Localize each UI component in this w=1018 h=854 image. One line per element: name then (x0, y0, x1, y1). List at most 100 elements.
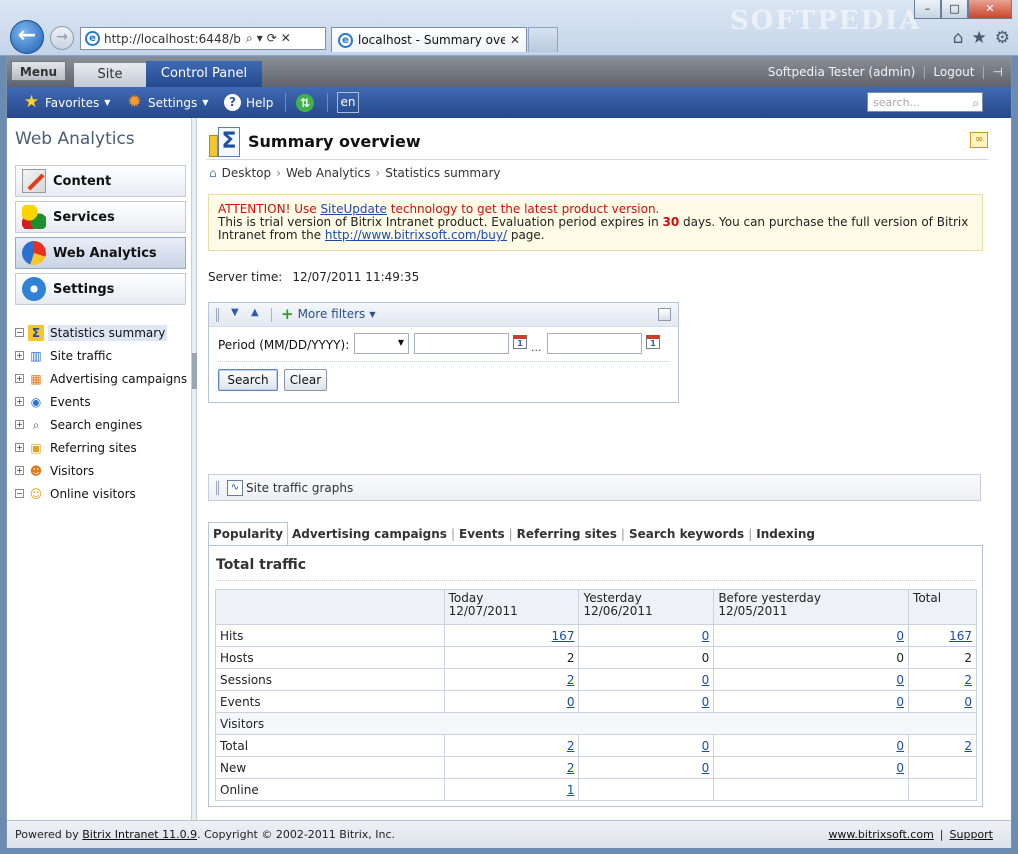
expand-icon[interactable]: + (15, 466, 24, 475)
search-icon[interactable]: ⌕ (972, 96, 979, 111)
sidebar-button-content[interactable]: Content (15, 165, 186, 197)
close-window-button[interactable]: ✕ (968, 0, 1012, 19)
collapse-up-icon[interactable]: ▲ (251, 307, 259, 318)
tree-item-statistics-summary[interactable]: − Σ Statistics summary (15, 321, 190, 344)
expand-icon[interactable]: + (15, 420, 24, 429)
visitors-total-yesterday-link[interactable]: 0 (702, 739, 710, 753)
online-visitors-icon: ☺ (29, 486, 43, 501)
hits-before-link[interactable]: 0 (896, 629, 904, 643)
calendar-icon[interactable]: 1 (513, 335, 527, 349)
favorites-menu[interactable]: ★ Favorites ▼ (23, 87, 111, 118)
expand-icon[interactable]: + (15, 443, 24, 452)
collapse-icon[interactable]: − (15, 328, 24, 337)
tab-referring-sites[interactable]: Referring sites (513, 527, 621, 546)
period-select[interactable] (354, 333, 409, 354)
splitter-handle[interactable] (192, 353, 197, 389)
clear-button[interactable]: Clear (284, 369, 327, 391)
visitors-total-total-link[interactable]: 2 (964, 739, 972, 753)
gear-icon[interactable]: ⚙ (995, 28, 1010, 48)
expand-icon[interactable]: + (15, 397, 24, 406)
favorites-star-icon[interactable]: ★ (972, 28, 987, 48)
drag-handle-icon[interactable] (216, 308, 219, 322)
visitors-new-yesterday-link[interactable]: 0 (702, 761, 710, 775)
close-tab-icon[interactable]: ✕ (510, 33, 520, 47)
sessions-today-link[interactable]: 2 (567, 673, 575, 687)
forward-arrow-icon[interactable]: → (50, 26, 74, 50)
menu-button[interactable]: Menu (11, 61, 66, 81)
tree-item-site-traffic[interactable]: + ▥ Site traffic (15, 344, 190, 367)
sidebar-button-web-analytics[interactable]: Web Analytics (15, 237, 186, 269)
logout-link[interactable]: Logout (933, 65, 974, 79)
expand-down-icon[interactable]: ▼ (231, 307, 239, 318)
events-yesterday-link[interactable]: 0 (702, 695, 710, 709)
sidebar-splitter[interactable] (192, 118, 197, 820)
visitors-new-before-link[interactable]: 0 (896, 761, 904, 775)
referring-sites-icon: ▣ (30, 440, 42, 455)
hits-yesterday-link[interactable]: 0 (702, 629, 710, 643)
tab-search-keywords[interactable]: Search keywords (625, 527, 748, 546)
tab-advertising-campaigns[interactable]: Advertising campaigns (288, 527, 451, 546)
tab-events[interactable]: Events (455, 527, 509, 546)
back-arrow-icon[interactable]: ← (10, 20, 44, 54)
address-text[interactable]: http://localhost:6448/bitri (104, 32, 242, 46)
support-link[interactable]: Support (950, 828, 993, 841)
browser-tab[interactable]: e localhost - Summary overvi... ✕ (331, 27, 527, 52)
address-bar[interactable]: e http://localhost:6448/bitri ⌕▾⟳✕ (80, 27, 326, 50)
breadcrumb-item-web-analytics[interactable]: Web Analytics (286, 166, 370, 180)
tree-item-events[interactable]: + ◉ Events (15, 390, 190, 413)
buy-link[interactable]: http://www.bitrixsoft.com/buy/ (325, 228, 507, 242)
tree-item-search-engines[interactable]: + ⌕ Search engines (15, 413, 190, 436)
events-total-link[interactable]: 0 (964, 695, 972, 709)
site-traffic-graphs-bar[interactable]: ∿ Site traffic graphs (208, 474, 981, 501)
tree-item-visitors[interactable]: + ☻ Visitors (15, 459, 190, 482)
date-to-input[interactable] (547, 333, 642, 354)
help-button[interactable]: ? Help (224, 87, 273, 118)
user-name[interactable]: Softpedia Tester (admin) (768, 65, 916, 79)
expand-icon[interactable]: + (15, 351, 24, 360)
address-tools-icons[interactable]: ⌕▾⟳✕ (246, 31, 295, 46)
siteupdate-link[interactable]: SiteUpdate (320, 202, 387, 216)
minimize-button[interactable]: – (914, 0, 941, 19)
visitors-new-today-link[interactable]: 2 (567, 761, 575, 775)
visitors-total-today-link[interactable]: 2 (567, 739, 575, 753)
product-link[interactable]: Bitrix Intranet 11.0.9 (82, 828, 197, 841)
bitrixsoft-link[interactable]: www.bitrixsoft.com (828, 828, 933, 841)
expand-icon[interactable]: + (15, 374, 24, 383)
settings-menu[interactable]: ✹ Settings ▼ (126, 87, 208, 118)
tab-indexing[interactable]: Indexing (752, 527, 819, 546)
hits-today-link[interactable]: 167 (552, 629, 575, 643)
language-switch[interactable]: en (337, 92, 359, 113)
filter-toggle-checkbox[interactable] (658, 308, 671, 321)
date-from-input[interactable] (414, 333, 509, 354)
calendar-icon[interactable]: 1 (646, 335, 660, 349)
sessions-yesterday-link[interactable]: 0 (702, 673, 710, 687)
visitors-online-today-link[interactable]: 1 (567, 783, 575, 797)
sidebar-button-services[interactable]: Services (15, 201, 186, 233)
new-tab-button[interactable] (528, 27, 558, 52)
sessions-before-link[interactable]: 0 (896, 673, 904, 687)
range-separator: ... (531, 341, 542, 354)
more-filters-button[interactable]: + More filters ▼ (281, 307, 375, 322)
events-today-link[interactable]: 0 (567, 695, 575, 709)
maximize-button[interactable]: □ (941, 0, 968, 19)
drag-handle-icon[interactable] (216, 481, 219, 495)
search-input[interactable]: search... (867, 92, 983, 112)
breadcrumb-item-desktop[interactable]: Desktop (222, 166, 272, 180)
search-button[interactable]: Search (218, 369, 278, 391)
sessions-total-link[interactable]: 2 (964, 673, 972, 687)
tab-control-panel[interactable]: Control Panel (146, 61, 262, 87)
tree-item-referring-sites[interactable]: + ▣ Referring sites (15, 436, 190, 459)
home-icon[interactable]: ⌂ (953, 28, 964, 48)
hits-total-link[interactable]: 167 (949, 629, 972, 643)
tree-item-online-visitors[interactable]: − ☺ Online visitors (15, 482, 190, 505)
tree-item-advertising-campaigns[interactable]: + ▦ Advertising campaigns (15, 367, 190, 390)
link-icon[interactable]: ∞ (970, 132, 988, 148)
update-button[interactable]: ⇅ (296, 87, 314, 118)
visitors-total-before-link[interactable]: 0 (896, 739, 904, 753)
pin-icon[interactable]: ⊣ (993, 65, 1003, 79)
events-before-link[interactable]: 0 (896, 695, 904, 709)
tab-popularity[interactable]: Popularity (208, 522, 288, 546)
collapse-icon[interactable]: − (15, 489, 24, 498)
tab-site[interactable]: Site (74, 63, 146, 87)
sidebar-button-settings[interactable]: Settings (15, 273, 186, 305)
